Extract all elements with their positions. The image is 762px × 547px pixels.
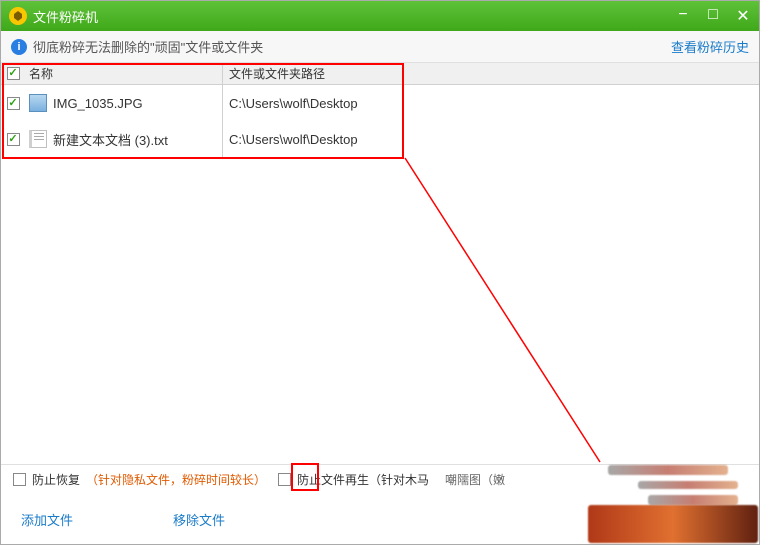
prevent-recover-label: 防止恢复 xyxy=(32,471,80,488)
remove-file-link[interactable]: 移除文件 xyxy=(173,510,225,529)
prevent-regen-checkbox[interactable] xyxy=(278,473,291,486)
window-title: 文件粉碎机 xyxy=(33,7,675,26)
select-all-checkbox[interactable] xyxy=(7,67,20,80)
window-controls: − □ ✕ xyxy=(675,6,751,26)
actions-bar: 添加文件 移除文件 xyxy=(1,494,759,544)
image-file-icon xyxy=(29,94,47,112)
row-path-cell: C:\Users\wolf\Desktop xyxy=(223,121,759,157)
maximize-button[interactable]: □ xyxy=(705,6,721,26)
close-button[interactable]: ✕ xyxy=(735,6,751,26)
add-file-link[interactable]: 添加文件 xyxy=(21,510,73,529)
info-bar: i 彻底粉碎无法删除的"顽固"文件或文件夹 查看粉碎历史 xyxy=(1,31,759,63)
app-window: 文件粉碎机 − □ ✕ i 彻底粉碎无法删除的"顽固"文件或文件夹 查看粉碎历史… xyxy=(0,0,760,545)
row-name-cell: IMG_1035.JPG xyxy=(25,85,223,121)
titlebar[interactable]: 文件粉碎机 − □ ✕ xyxy=(1,1,759,31)
file-list: IMG_1035.JPGC:\Users\wolf\Desktop新建文本文档 … xyxy=(1,85,759,464)
file-name: 新建文本文档 (3).txt xyxy=(53,130,168,149)
header-path[interactable]: 文件或文件夹路径 xyxy=(223,63,759,84)
row-checkbox-cell xyxy=(1,133,25,146)
table-row[interactable]: 新建文本文档 (3).txt C:\Users\wolf\Desktop xyxy=(1,121,759,157)
minimize-button[interactable]: − xyxy=(675,6,691,26)
garbled-text: 嘲隭图（嫩 xyxy=(445,471,505,488)
app-icon xyxy=(9,7,27,25)
header-name[interactable]: 名称 xyxy=(25,63,223,84)
prevent-recover-hint: （针对隐私文件，粉碎时间较长） xyxy=(86,471,266,488)
header-checkbox-cell xyxy=(1,67,25,80)
file-path: C:\Users\wolf\Desktop xyxy=(229,132,358,147)
row-checkbox[interactable] xyxy=(7,97,20,110)
row-checkbox-cell xyxy=(1,97,25,110)
table-header: 名称 文件或文件夹路径 xyxy=(1,63,759,85)
history-link[interactable]: 查看粉碎历史 xyxy=(671,37,749,56)
table-row[interactable]: IMG_1035.JPG C:\Users\wolf\Desktop xyxy=(1,85,759,121)
info-icon: i xyxy=(11,39,27,55)
file-path: C:\Users\wolf\Desktop xyxy=(229,96,358,111)
file-name: IMG_1035.JPG xyxy=(53,96,143,111)
prevent-recover-checkbox[interactable] xyxy=(13,473,26,486)
row-checkbox[interactable] xyxy=(7,133,20,146)
row-path-cell: C:\Users\wolf\Desktop xyxy=(223,85,759,121)
options-bar: 防止恢复 （针对隐私文件，粉碎时间较长） 防止文件再生（针对木马 嘲隭图（嫩 xyxy=(1,464,759,494)
info-message: 彻底粉碎无法删除的"顽固"文件或文件夹 xyxy=(33,37,671,56)
prevent-regen-label: 防止文件再生（针对木马 xyxy=(297,471,429,488)
text-file-icon xyxy=(29,130,47,148)
row-name-cell: 新建文本文档 (3).txt xyxy=(25,121,223,157)
